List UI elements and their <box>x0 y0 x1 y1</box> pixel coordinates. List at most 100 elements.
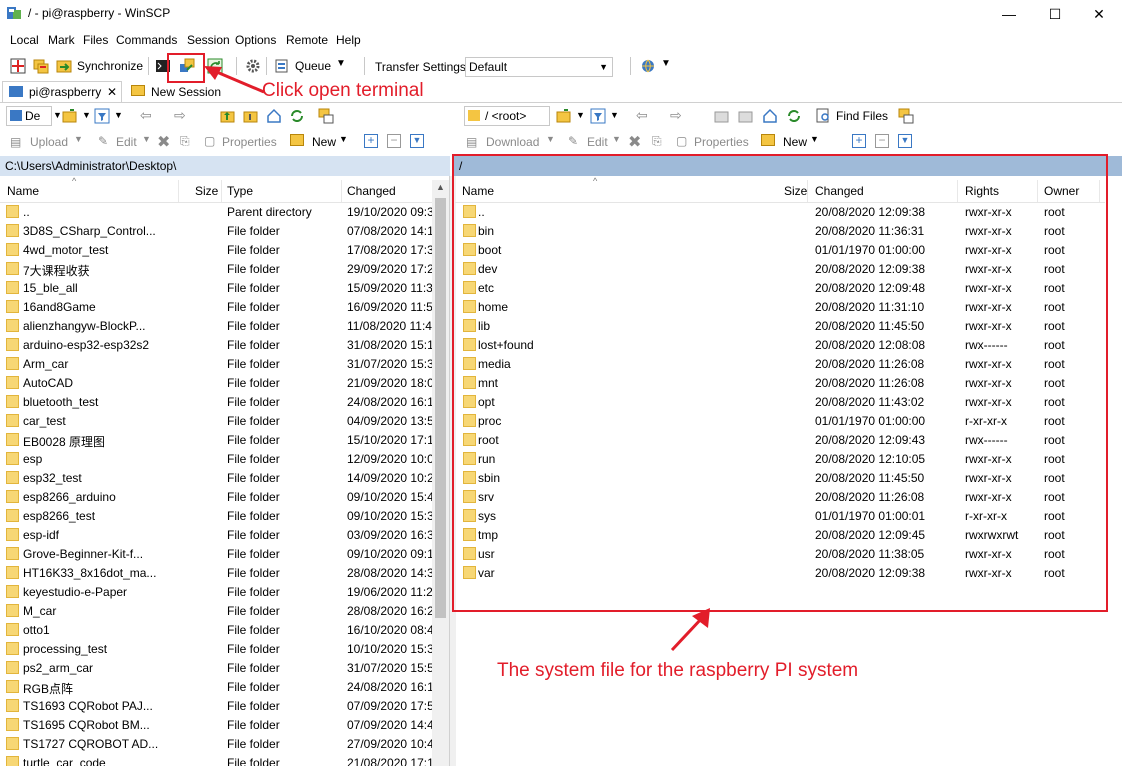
table-row[interactable]: TS1695 CQRobot BM... File folder 07/09/202… <box>0 716 432 735</box>
menu-remote[interactable]: Remote <box>286 33 328 47</box>
table-row[interactable]: ps2_arm_car File folder 31/07/2020 15:5 <box>0 659 432 678</box>
table-row[interactable]: alienzhangyw-BlockP... File folder 11/08/2… <box>0 317 432 336</box>
find-files-button[interactable]: Find Files <box>836 109 888 123</box>
filter-select-icon[interactable]: ▼ <box>898 134 912 148</box>
menu-files[interactable]: Files <box>83 33 108 47</box>
refresh-icon[interactable] <box>289 108 305 124</box>
column-divider[interactable] <box>221 180 222 202</box>
menu-commands[interactable]: Commands <box>116 33 177 47</box>
edit-icon[interactable]: ✎ <box>568 134 578 148</box>
local-path-bar[interactable]: C:\Users\Administrator\Desktop\ <box>0 156 450 176</box>
parent-directory-icon[interactable] <box>714 108 730 124</box>
local-scrollbar[interactable]: ▲ <box>432 180 449 766</box>
close-tab-icon[interactable]: ✕ <box>107 82 117 102</box>
remote-path-select[interactable]: / <root> <box>464 106 550 126</box>
bookmark-icon[interactable] <box>318 108 334 124</box>
delete-icon[interactable]: ✖ <box>157 132 170 152</box>
chevron-down-icon[interactable]: ▼ <box>53 110 62 120</box>
rename-icon[interactable]: ⎘ <box>180 134 190 149</box>
maximize-button[interactable]: ☐ <box>1032 0 1078 28</box>
local-scrollbar-thumb[interactable] <box>435 198 446 618</box>
new-folder-icon[interactable] <box>290 134 304 146</box>
table-row[interactable]: Arm_car File folder 31/07/2020 15:3 <box>0 355 432 374</box>
table-row[interactable]: Grove-Beginner-Kit-f... File folder 09/10/… <box>0 545 432 564</box>
chevron-down-icon[interactable]: ▼ <box>339 134 348 144</box>
table-row[interactable]: turtle_car_code File folder 21/08/2020 17:… <box>0 754 432 766</box>
edit-button[interactable]: Edit <box>116 135 137 149</box>
select-all-icon[interactable]: + <box>852 134 866 148</box>
table-row[interactable]: 4wd_motor_test File folder 17/08/2020 17:3 <box>0 241 432 260</box>
chevron-down-icon[interactable]: ▼ <box>114 110 123 120</box>
scroll-up-icon[interactable]: ▲ <box>436 182 445 192</box>
home-icon[interactable] <box>266 108 282 124</box>
chevron-down-icon[interactable]: ▼ <box>810 134 819 144</box>
table-row[interactable]: esp-idf File folder 03/09/2020 16:3 <box>0 526 432 545</box>
edit-button[interactable]: Edit <box>587 135 608 149</box>
local-drive-select[interactable]: De <box>6 106 52 126</box>
close-button[interactable]: ✕ <box>1076 0 1122 28</box>
home-icon[interactable] <box>762 108 778 124</box>
chevron-down-icon[interactable]: ▼ <box>142 134 151 144</box>
delete-icon[interactable]: ✖ <box>628 132 641 152</box>
synchronize-icon[interactable] <box>56 58 72 74</box>
properties-button[interactable]: Properties <box>222 135 277 149</box>
menu-local[interactable]: Local <box>10 33 39 47</box>
table-row[interactable]: car_test File folder 04/09/2020 13:5 <box>0 412 432 431</box>
compare-directories-icon[interactable] <box>10 58 26 74</box>
tab-session[interactable]: pi@raspberry ✕ <box>2 81 122 102</box>
table-row[interactable]: RGB点阵 File folder 24/08/2020 16:1 <box>0 678 432 697</box>
chevron-down-icon[interactable]: ▼ <box>576 110 585 120</box>
new-folder-icon[interactable] <box>761 134 775 146</box>
root-directory-icon[interactable] <box>738 108 754 124</box>
synchronize-browsing-icon[interactable] <box>33 58 49 74</box>
rename-icon[interactable]: ⎘ <box>652 134 662 149</box>
parent-directory-icon[interactable] <box>220 108 236 124</box>
filter-icon[interactable] <box>590 108 606 124</box>
col-size[interactable]: Size <box>195 184 218 198</box>
table-row[interactable]: keyestudio-e-Paper File folder 19/06/2020 … <box>0 583 432 602</box>
minimize-button[interactable]: — <box>986 0 1032 28</box>
download-icon[interactable]: ▤ <box>466 135 477 149</box>
refresh-icon[interactable] <box>786 108 802 124</box>
open-folder-icon[interactable] <box>62 108 78 124</box>
table-row[interactable]: esp8266_test File folder 09/10/2020 15:3 <box>0 507 432 526</box>
column-divider[interactable] <box>341 180 342 202</box>
properties-icon[interactable]: ▢ <box>204 134 215 148</box>
table-row[interactable]: otto1 File folder 16/10/2020 08:4 <box>0 621 432 640</box>
download-button[interactable]: Download <box>486 135 539 149</box>
col-type[interactable]: Type <box>227 184 253 198</box>
filter-icon[interactable] <box>94 108 110 124</box>
unselect-icon[interactable]: − <box>875 134 889 148</box>
table-row[interactable]: 16and8Game File folder 16/09/2020 11:5 <box>0 298 432 317</box>
find-files-icon[interactable] <box>816 108 832 124</box>
queue-dropdown-chevron-icon[interactable]: ▼ <box>336 58 346 69</box>
chevron-down-icon[interactable]: ▼ <box>612 134 621 144</box>
chevron-down-icon[interactable]: ▼ <box>546 134 555 144</box>
forward-arrow-icon[interactable]: ⇨ <box>670 107 682 124</box>
col-name[interactable]: Name <box>7 184 39 198</box>
chevron-down-icon[interactable]: ▼ <box>74 134 83 144</box>
table-row[interactable]: .. Parent directory 19/10/2020 09:3 <box>0 203 432 222</box>
table-row[interactable]: 15_ble_all File folder 15/09/2020 11:3 <box>0 279 432 298</box>
properties-button[interactable]: Properties <box>694 135 749 149</box>
table-row[interactable]: bluetooth_test File folder 24/08/2020 16:1 <box>0 393 432 412</box>
table-row[interactable]: processing_test File folder 10/10/2020 15:… <box>0 640 432 659</box>
chevron-down-icon[interactable]: ▼ <box>661 58 671 69</box>
table-row[interactable]: arduino-esp32-esp32s2 File folder 31/08/20… <box>0 336 432 355</box>
table-row[interactable]: TS1727 CQROBOT AD... File folder 27/09/202… <box>0 735 432 754</box>
new-button[interactable]: New <box>312 135 336 149</box>
synchronize-button[interactable]: Synchronize <box>77 59 143 73</box>
table-row[interactable]: EB0028 原理图 File folder 15/10/2020 17:1 <box>0 431 432 450</box>
transfer-settings-select[interactable]: Default ▼ <box>465 57 613 77</box>
chevron-down-icon[interactable]: ▼ <box>610 110 619 120</box>
transfer-globe-icon[interactable] <box>640 58 656 74</box>
bookmark-icon[interactable] <box>898 108 914 124</box>
col-changed[interactable]: Changed <box>347 184 396 198</box>
table-row[interactable]: TS1693 CQRobot PAJ... File folder 07/09/20… <box>0 697 432 716</box>
back-arrow-icon[interactable]: ⇦ <box>636 107 648 124</box>
table-row[interactable]: AutoCAD File folder 21/09/2020 18:0 <box>0 374 432 393</box>
table-row[interactable]: esp File folder 12/09/2020 10:0 <box>0 450 432 469</box>
forward-arrow-icon[interactable]: ⇨ <box>174 107 186 124</box>
menu-mark[interactable]: Mark <box>48 33 75 47</box>
unselect-icon[interactable]: − <box>387 134 401 148</box>
